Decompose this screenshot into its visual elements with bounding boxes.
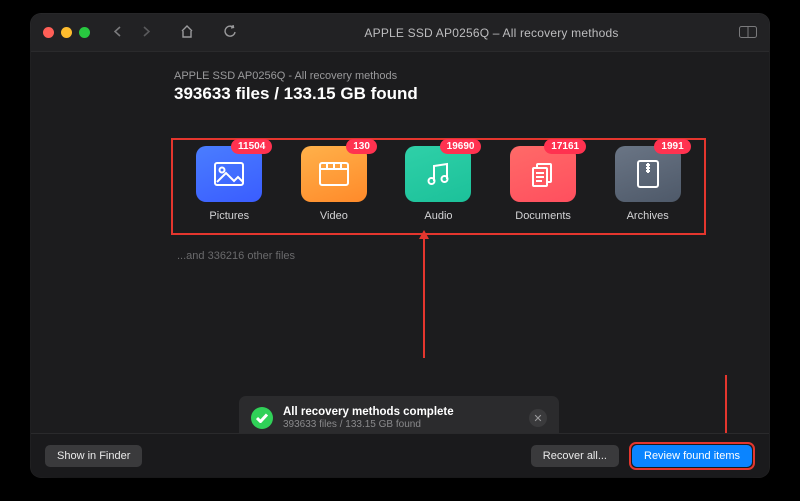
audio-count-badge: 19690: [440, 139, 482, 154]
checkmark-icon: [251, 407, 273, 429]
dismiss-status-button[interactable]: ✕: [529, 409, 547, 427]
home-icon[interactable]: [174, 25, 200, 41]
audio-label: Audio: [424, 210, 452, 222]
show-in-finder-button[interactable]: Show in Finder: [45, 445, 142, 467]
forward-button[interactable]: [136, 26, 156, 40]
pictures-label: Pictures: [209, 210, 249, 222]
music-note-icon: [425, 161, 451, 187]
documents-label: Documents: [515, 210, 571, 222]
category-pictures[interactable]: 11504 Pictures: [183, 146, 275, 222]
review-found-items-button[interactable]: Review found items: [632, 445, 752, 467]
layout-toggle-icon[interactable]: [739, 25, 757, 41]
status-title: All recovery methods complete: [283, 406, 519, 418]
titlebar: APPLE SSD AP0256Q – All recovery methods: [31, 14, 769, 52]
video-icon: [319, 162, 349, 186]
fullscreen-window-button[interactable]: [79, 27, 90, 38]
documents-icon: [530, 161, 556, 187]
footer: Show in Finder Recover all... Review fou…: [31, 433, 769, 477]
audio-tile: 19690: [405, 146, 471, 202]
video-tile: 130: [301, 146, 367, 202]
recover-all-button[interactable]: Recover all...: [531, 445, 619, 467]
minimize-window-button[interactable]: [61, 27, 72, 38]
scan-summary: 393633 files / 133.15 GB found: [174, 84, 769, 104]
close-window-button[interactable]: [43, 27, 54, 38]
archives-label: Archives: [627, 210, 669, 222]
archive-icon: [637, 160, 659, 188]
category-row: 11504 Pictures 130 Video 19690 Audio: [171, 138, 706, 235]
pictures-count-badge: 11504: [231, 139, 272, 154]
archives-count-badge: 1991: [654, 139, 690, 154]
refresh-icon[interactable]: [218, 25, 244, 41]
category-video[interactable]: 130 Video: [288, 146, 380, 222]
annotation-arrow-up: [423, 238, 425, 358]
video-count-badge: 130: [346, 139, 377, 154]
archives-tile: 1991: [615, 146, 681, 202]
image-icon: [214, 162, 244, 186]
documents-tile: 17161: [510, 146, 576, 202]
review-button-highlight: Review found items: [629, 442, 755, 470]
category-archives[interactable]: 1991 Archives: [602, 146, 694, 222]
other-files-text: ...and 336216 other files: [177, 250, 295, 262]
back-button[interactable]: [108, 26, 128, 40]
category-audio[interactable]: 19690 Audio: [392, 146, 484, 222]
category-documents[interactable]: 17161 Documents: [497, 146, 589, 222]
scan-subtitle: APPLE SSD AP0256Q - All recovery methods: [174, 70, 769, 82]
window-title: APPLE SSD AP0256Q – All recovery methods: [252, 26, 731, 40]
pictures-tile: 11504: [196, 146, 262, 202]
window-controls: [43, 27, 90, 38]
documents-count-badge: 17161: [544, 139, 586, 154]
content-area: APPLE SSD AP0256Q - All recovery methods…: [31, 52, 769, 477]
status-detail: 393633 files / 133.15 GB found: [283, 419, 519, 430]
video-label: Video: [320, 210, 348, 222]
app-window: APPLE SSD AP0256Q – All recovery methods…: [31, 14, 769, 477]
